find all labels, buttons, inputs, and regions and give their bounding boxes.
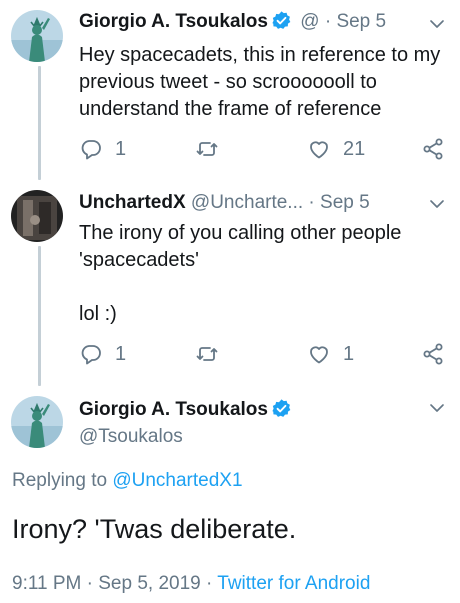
share-button[interactable] xyxy=(421,342,445,366)
chevron-down-icon[interactable] xyxy=(428,15,446,33)
separator-dot: · xyxy=(86,573,93,594)
tweet-header: UnchartedX @Uncharte... · Sep 5 xyxy=(79,191,420,215)
statue-of-liberty-avatar-icon xyxy=(11,396,63,448)
tweet-meta: 9:11 PM · Sep 5, 2019 · Twitter for Andr… xyxy=(12,573,370,595)
retweet-button[interactable] xyxy=(195,342,231,366)
replying-to-label: Replying to xyxy=(12,470,113,491)
retweet-icon xyxy=(196,142,218,156)
unchartedx-avatar-icon xyxy=(11,190,63,242)
reply-count: 1 xyxy=(115,342,127,365)
tweet-text: Hey spacecadets, this in reference to my… xyxy=(79,42,442,123)
retweet-button[interactable] xyxy=(195,137,231,161)
tweet-text-content: The irony of you calling other people 's… xyxy=(79,222,402,325)
share-icon xyxy=(423,138,443,160)
tweet-full-date: Sep 5, 2019 xyxy=(98,573,201,594)
avatar-tsoukalos[interactable] xyxy=(11,10,63,62)
author-name[interactable]: UnchartedX xyxy=(79,192,186,213)
reply-icon xyxy=(81,345,101,365)
tweet-source-link[interactable]: Twitter for Android xyxy=(217,573,370,594)
author-name[interactable]: Giorgio A. Tsoukalos xyxy=(79,399,268,420)
share-button[interactable] xyxy=(421,137,445,161)
tweet-header: Giorgio A. Tsoukalos @ · Sep 5 xyxy=(79,10,420,34)
like-button[interactable]: 21 xyxy=(307,137,365,161)
author-name[interactable]: Giorgio A. Tsoukalos xyxy=(79,11,268,32)
replying-to: Replying to @UnchartedX1 xyxy=(12,470,243,492)
tweet-date[interactable]: Sep 5 xyxy=(320,192,370,213)
like-button[interactable]: 1 xyxy=(307,342,354,366)
main-tweet-text: Irony? 'Twas deliberate. xyxy=(12,514,297,544)
like-icon xyxy=(310,141,328,159)
tweet-actions: 1 1 xyxy=(79,342,449,368)
author-handle[interactable]: @Uncharte... xyxy=(191,192,303,213)
tweet-1[interactable]: Giorgio A. Tsoukalos @ · Sep 5 Hey space… xyxy=(0,0,460,180)
retweet-icon xyxy=(196,347,218,361)
reply-button[interactable]: 1 xyxy=(79,137,126,161)
avatar-unchartedx[interactable] xyxy=(11,190,63,242)
separator-dot: · xyxy=(308,192,315,213)
author-handle[interactable]: @Tsoukalos xyxy=(79,425,183,449)
like-count: 1 xyxy=(343,342,355,365)
chevron-down-icon[interactable] xyxy=(428,399,446,417)
separator-dot: · xyxy=(324,11,332,32)
share-icon xyxy=(423,343,443,365)
verified-badge-icon xyxy=(272,11,291,29)
tweet-actions: 1 21 xyxy=(79,137,449,163)
reply-count: 1 xyxy=(115,137,127,160)
like-icon xyxy=(310,346,328,364)
statue-of-liberty-avatar-icon xyxy=(11,10,63,62)
tweet-time: 9:11 PM xyxy=(12,573,82,594)
main-author-line: Giorgio A. Tsoukalos xyxy=(79,398,295,422)
separator-dot: · xyxy=(206,573,213,594)
chevron-down-icon[interactable] xyxy=(428,195,446,213)
reply-button[interactable]: 1 xyxy=(79,342,126,366)
tweet-text-content: Hey spacecadets, this in reference to my… xyxy=(79,44,446,120)
author-handle[interactable]: @ xyxy=(300,11,319,32)
reply-icon xyxy=(81,140,101,160)
verified-badge-icon xyxy=(272,399,291,417)
tweet-2[interactable]: UnchartedX @Uncharte... · Sep 5 The iron… xyxy=(0,180,460,386)
avatar-tsoukalos[interactable] xyxy=(11,396,63,448)
main-tweet: Giorgio A. Tsoukalos @Tsoukalos Replying… xyxy=(0,386,460,603)
tweet-date[interactable]: Sep 5 xyxy=(336,11,386,32)
replying-to-handle[interactable]: @UnchartedX1 xyxy=(112,470,242,491)
tweet-text: The irony of you calling other people 's… xyxy=(79,220,442,328)
like-count: 21 xyxy=(343,137,366,160)
